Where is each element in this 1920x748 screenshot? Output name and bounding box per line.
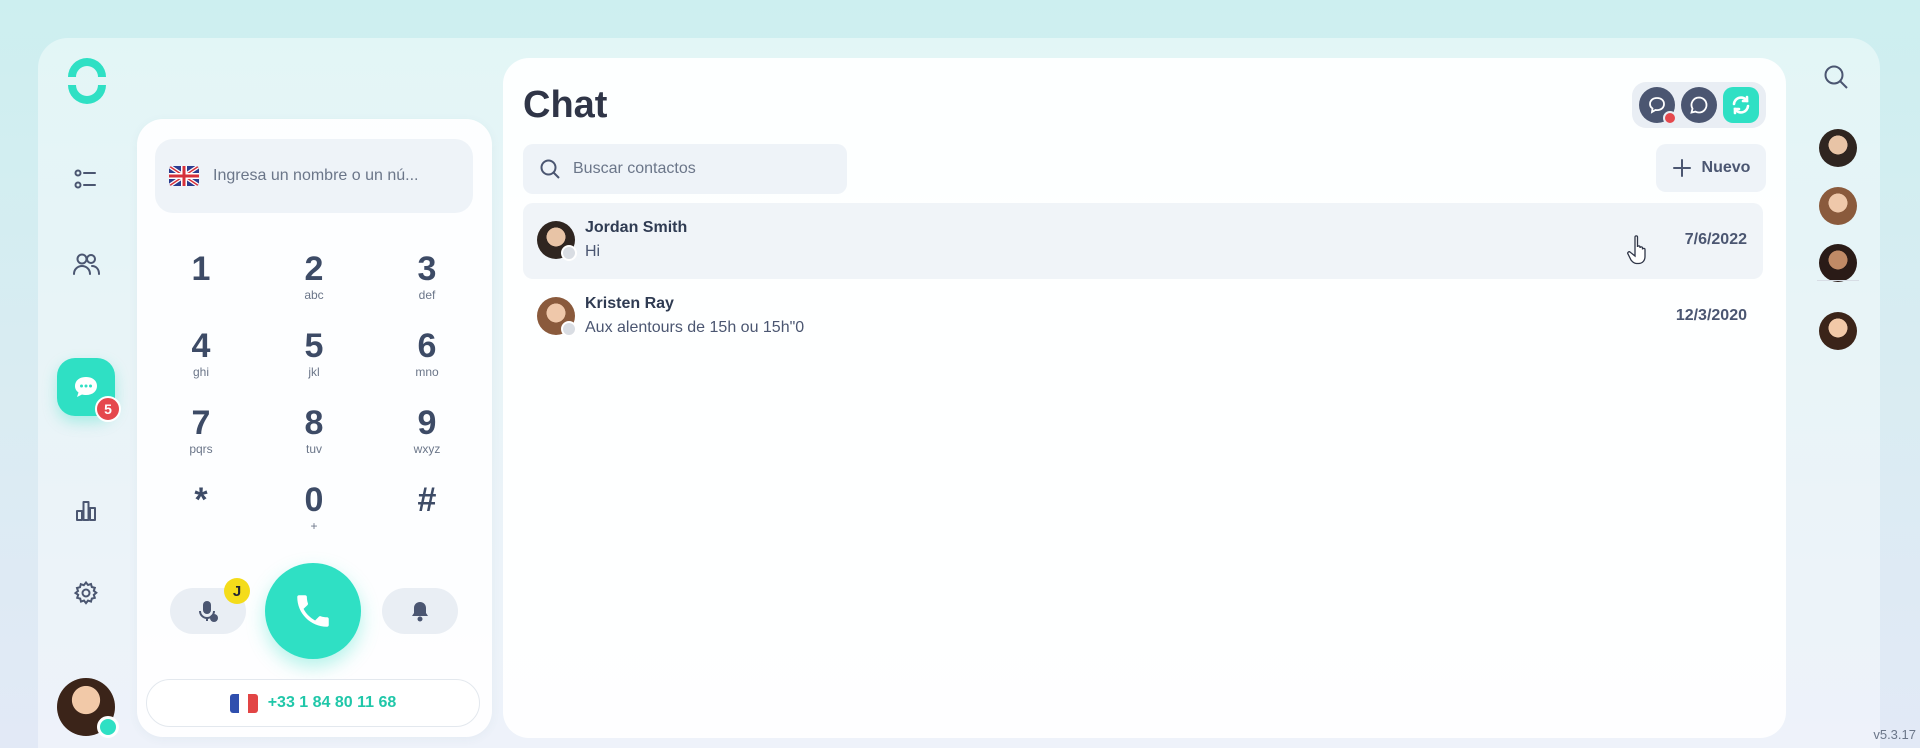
contact-search[interactable]: [523, 144, 847, 194]
key-4[interactable]: 4 ghi: [156, 326, 246, 396]
page-title: Chat: [523, 84, 608, 126]
key-2[interactable]: 2 abc: [269, 249, 359, 319]
phone-icon: [297, 595, 329, 627]
stats-icon: [76, 501, 96, 521]
contact-name: Jordan Smith: [585, 219, 688, 236]
status-dot: [1663, 111, 1677, 125]
message-date: 12/3/2020: [1675, 307, 1747, 324]
new-button-label: Nuevo: [1701, 159, 1751, 176]
list-icon: [74, 169, 96, 189]
favorite-contact-avatar[interactable]: [1819, 244, 1857, 282]
presence-indicator: [561, 321, 577, 337]
voicemail-button[interactable]: J: [170, 578, 250, 634]
app-logo-icon[interactable]: [64, 58, 110, 104]
version-label: v5.3.17: [1873, 727, 1916, 742]
key-1[interactable]: 1: [156, 249, 246, 319]
nav-chat-button[interactable]: 5: [57, 358, 121, 422]
conversation-row[interactable]: Kristen Ray Aux alentours de 15h ou 15h"…: [523, 279, 1763, 355]
key-3[interactable]: 3 def: [382, 249, 472, 319]
key-8[interactable]: 8 tuv: [269, 403, 359, 473]
caller-id-selector[interactable]: +33 1 84 80 11 68: [146, 679, 480, 727]
favorite-contact-avatar[interactable]: [1819, 187, 1857, 225]
search-input[interactable]: [573, 160, 833, 178]
user-avatar[interactable]: [57, 678, 119, 738]
gear-icon: [73, 580, 98, 605]
voicemail-badge: J: [224, 578, 250, 604]
message-preview: Aux alentours de 15h ou 15h"0: [585, 319, 805, 336]
sync-button[interactable]: [1723, 87, 1759, 123]
nav-rail: 5: [38, 38, 134, 748]
dial-number-input[interactable]: [213, 167, 453, 185]
favorites-rail: [1796, 38, 1880, 738]
dial-input-field[interactable]: [155, 139, 473, 213]
key-0[interactable]: 0 +: [269, 480, 359, 550]
caller-id-number: +33 1 84 80 11 68: [267, 694, 397, 711]
favorite-contact-avatar[interactable]: [1819, 129, 1857, 167]
conversation-row[interactable]: Jordan Smith Hi 7/6/2022: [523, 203, 1763, 279]
message-preview: Hi: [585, 243, 601, 260]
dialer-panel: 1 2abc 3def 4ghi 5jkl 6mno 7pqrs 8tuv 9w…: [137, 119, 492, 737]
search-icon: [540, 159, 560, 179]
chat-panel: Chat Nuevo: [503, 58, 1786, 738]
chat-bubble-icon: [1649, 97, 1665, 114]
nav-contacts-button[interactable]: [57, 235, 115, 293]
mic-add-icon: [199, 601, 218, 622]
key-7[interactable]: 7 pqrs: [156, 403, 246, 473]
bell-icon: [412, 602, 428, 622]
key-hash[interactable]: #: [382, 480, 472, 550]
sync-icon: [1732, 95, 1750, 115]
search-icon[interactable]: [1821, 62, 1851, 92]
chat-icon: [75, 377, 97, 397]
plus-icon: [1672, 159, 1691, 177]
favorite-contact-avatar[interactable]: [1819, 312, 1857, 350]
contact-name: Kristen Ray: [585, 295, 674, 312]
whatsapp-button[interactable]: [1681, 87, 1717, 123]
rail-divider: [1817, 280, 1859, 281]
france-flag-icon: [229, 693, 258, 713]
chat-header-actions: [1632, 82, 1766, 128]
nav-settings-button[interactable]: [57, 564, 115, 622]
notifications-button[interactable]: [382, 588, 458, 634]
chat-unread-badge: 5: [95, 396, 121, 422]
call-button[interactable]: [265, 563, 361, 659]
key-6[interactable]: 6 mno: [382, 326, 472, 396]
conversation-list: Jordan Smith Hi 7/6/2022 Kristen Ray Aux…: [523, 203, 1763, 355]
nav-stats-button[interactable]: [57, 482, 115, 540]
message-date: 7/6/2022: [1684, 231, 1747, 248]
key-9[interactable]: 9 wxyz: [382, 403, 472, 473]
nav-list-button[interactable]: [57, 151, 115, 209]
uk-flag-icon[interactable]: [169, 166, 199, 186]
presence-indicator: [561, 245, 577, 261]
chat-status-button[interactable]: [1639, 87, 1677, 125]
key-5[interactable]: 5 jkl: [269, 326, 359, 396]
hand-cursor-icon: [1627, 235, 1646, 265]
key-star[interactable]: *: [156, 480, 246, 550]
contacts-icon: [73, 253, 100, 275]
new-conversation-button[interactable]: Nuevo: [1656, 144, 1766, 192]
whatsapp-icon: [1690, 96, 1708, 114]
presence-indicator: [97, 716, 119, 738]
